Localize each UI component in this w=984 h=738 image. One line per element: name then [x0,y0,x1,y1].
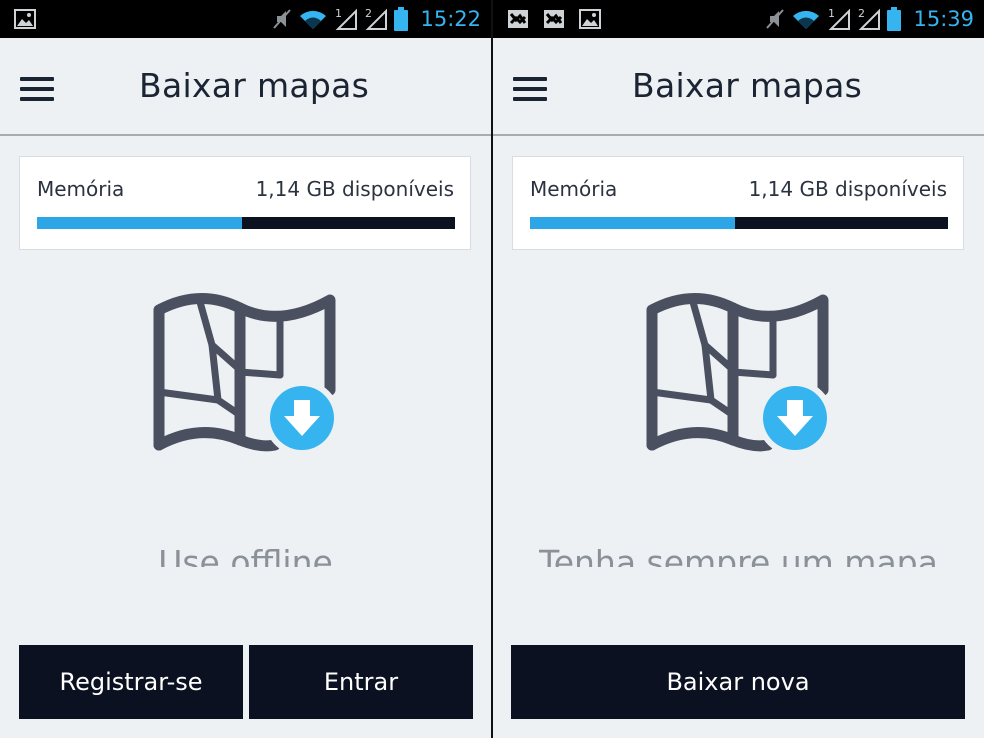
memory-card: Memória 1,14 GB disponíveis [512,156,964,250]
image-icon [14,9,36,29]
image-icon [579,9,601,29]
memory-available: 1,14 GB disponíveis [255,177,454,201]
wifi-icon [791,8,821,30]
hamburger-menu-icon[interactable] [513,77,547,101]
memory-usage-bar [530,217,948,229]
carousel[interactable]: Tenha sempre um mapa [493,538,984,567]
hamburger-menu-icon[interactable] [20,77,54,101]
memory-label: Memória [530,177,618,201]
map-download-icon [150,290,350,460]
svg-text:2: 2 [365,7,372,20]
battery-icon [394,7,409,31]
battery-icon [887,7,902,31]
memory-usage-fill [37,217,242,229]
page-title: Baixar mapas [632,66,863,105]
phone-screen-left: 1 2 15:22 Baixar mapas Memória 1,14 GB d… [0,0,491,738]
memory-usage-bar [37,217,455,229]
status-time: 15:22 [420,7,481,31]
signal-1-icon: 1 [334,7,358,31]
download-new-button[interactable]: Baixar nova [511,645,965,719]
svg-text:1: 1 [335,7,342,20]
app-header: Baixar mapas [0,38,491,136]
svg-text:1: 1 [828,7,835,20]
carousel[interactable]: Use offline [0,538,491,567]
status-time: 15:39 [913,7,974,31]
status-bar: 1 2 15:22 [0,0,491,38]
carousel-text: Use offline [158,543,333,567]
mute-icon [272,8,292,30]
map-download-icon [643,290,843,460]
wifi-icon [298,8,328,30]
svg-text:2: 2 [858,7,865,20]
phone-screen-right: 1 2 15:39 Baixar mapas Memória 1,14 GB d… [493,0,984,738]
carousel-text: Tenha sempre um mapa [539,543,938,567]
screenshot-icon [507,9,529,29]
signal-2-icon: 2 [364,7,388,31]
register-button[interactable]: Registrar-se [19,645,243,719]
memory-card: Memória 1,14 GB disponíveis [19,156,471,250]
signal-1-icon: 1 [827,7,851,31]
status-bar: 1 2 15:39 [493,0,984,38]
memory-label: Memória [37,177,125,201]
app-header: Baixar mapas [493,38,984,136]
memory-available: 1,14 GB disponíveis [748,177,947,201]
screenshot-icon [543,9,565,29]
memory-usage-fill [530,217,735,229]
page-title: Baixar mapas [139,66,370,105]
login-button[interactable]: Entrar [249,645,473,719]
mute-icon [765,8,785,30]
signal-2-icon: 2 [857,7,881,31]
